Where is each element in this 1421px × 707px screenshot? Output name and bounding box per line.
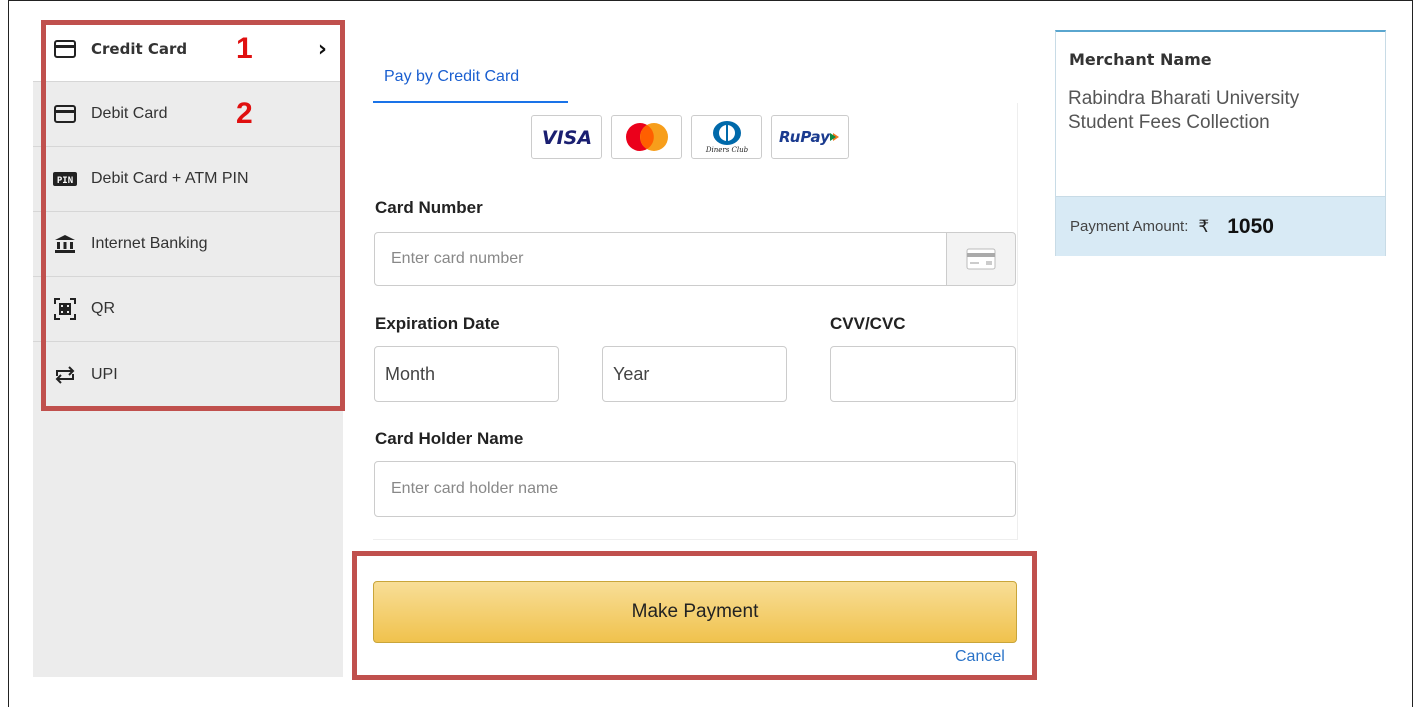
svg-text:Diners Club: Diners Club xyxy=(704,146,748,154)
card-type-icon xyxy=(946,232,1016,286)
cvv-label: CVV/CVC xyxy=(830,314,906,333)
highlight-box-payment xyxy=(352,551,1037,680)
year-placeholder: Year xyxy=(613,363,650,384)
card-holder-name-label: Card Holder Name xyxy=(375,429,524,448)
card-number-label: Card Number xyxy=(375,198,483,217)
svg-text:VISA: VISA xyxy=(541,127,591,149)
payment-amount-bar: Payment Amount: ₹ 1050 xyxy=(1056,196,1385,256)
expiry-year-input[interactable]: Year xyxy=(602,346,787,402)
highlight-box-menu xyxy=(41,20,345,411)
expiry-month-input[interactable]: Month xyxy=(374,346,559,402)
mastercard-logo xyxy=(611,115,682,159)
diners-club-logo: Diners Club xyxy=(691,115,762,159)
payment-amount-value: 1050 xyxy=(1227,214,1274,238)
rupay-logo: RuPay xyxy=(771,115,849,159)
card-number-placeholder: Enter card number xyxy=(391,250,524,267)
cvv-input[interactable] xyxy=(830,346,1016,402)
merchant-name-heading: Merchant Name xyxy=(1069,50,1212,69)
merchant-panel: Merchant Name Rabindra Bharati Universit… xyxy=(1055,30,1386,256)
merchant-name-value: Rabindra Bharati University Student Fees… xyxy=(1068,88,1300,133)
card-number-input[interactable]: Enter card number xyxy=(374,232,947,286)
tab-label: Pay by Credit Card xyxy=(384,68,520,85)
payment-amount-label: Payment Amount: xyxy=(1070,218,1189,235)
card-brand-logos: VISA Diners Club RuPay xyxy=(531,115,849,159)
rupee-icon: ₹ xyxy=(1198,216,1210,236)
expiration-date-label: Expiration Date xyxy=(375,314,500,333)
card-holder-placeholder: Enter card holder name xyxy=(391,480,559,497)
tab-pay-by-credit-card[interactable]: Pay by Credit Card xyxy=(373,53,568,103)
visa-logo: VISA xyxy=(531,115,602,159)
month-placeholder: Month xyxy=(385,363,436,384)
svg-text:RuPay: RuPay xyxy=(779,128,831,146)
card-holder-name-input[interactable]: Enter card holder name xyxy=(374,461,1016,517)
